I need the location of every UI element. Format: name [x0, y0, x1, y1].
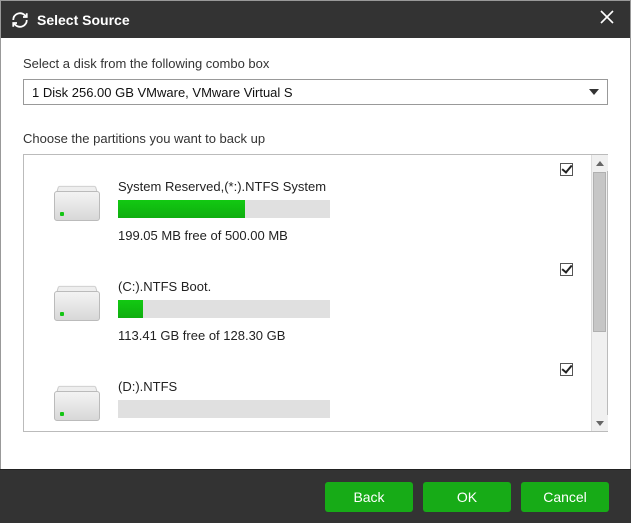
cancel-button[interactable]: Cancel: [521, 482, 609, 512]
partition-name: (D:).NTFS: [118, 379, 581, 394]
scroll-up-button[interactable]: [592, 155, 608, 171]
disk-icon: [54, 285, 100, 321]
disk-icon: [54, 385, 100, 421]
chevron-up-icon: [596, 161, 604, 166]
window-title: Select Source: [37, 12, 130, 28]
partition-free-text: 113.41 GB free of 128.30 GB: [118, 328, 581, 343]
partition-checkbox[interactable]: [560, 363, 573, 376]
partition-usage-bar: [118, 400, 330, 418]
close-button[interactable]: [594, 8, 620, 31]
partition-checkbox[interactable]: [560, 263, 573, 276]
ok-button[interactable]: OK: [423, 482, 511, 512]
content-area: Select a disk from the following combo b…: [1, 38, 630, 432]
chevron-down-icon: [596, 421, 604, 426]
partition-usage-bar: [118, 200, 330, 218]
scroll-thumb[interactable]: [593, 172, 606, 332]
scrollbar[interactable]: [591, 155, 607, 431]
partition-item: (D:).NTFS: [24, 361, 591, 431]
back-button[interactable]: Back: [325, 482, 413, 512]
footer: Back OK Cancel: [0, 469, 631, 523]
partition-item: (C:).NTFS Boot. 113.41 GB free of 128.30…: [24, 261, 591, 361]
partitions-list: System Reserved,(*:).NTFS System 199.05 …: [24, 155, 591, 431]
title-bar: Select Source: [1, 1, 630, 38]
partition-usage-bar: [118, 300, 330, 318]
disk-combo-text: 1 Disk 256.00 GB VMware, VMware Virtual …: [32, 85, 589, 100]
partitions-frame: System Reserved,(*:).NTFS System 199.05 …: [23, 154, 608, 432]
partition-checkbox[interactable]: [560, 163, 573, 176]
cycle-icon: [11, 11, 29, 29]
disk-combo[interactable]: 1 Disk 256.00 GB VMware, VMware Virtual …: [23, 79, 608, 105]
partition-usage-fill: [118, 300, 143, 318]
partition-name: System Reserved,(*:).NTFS System: [118, 179, 581, 194]
partitions-label: Choose the partitions you want to back u…: [23, 131, 608, 146]
dropdown-caret-icon: [589, 89, 599, 95]
partition-usage-fill: [118, 200, 245, 218]
partition-free-text: 199.05 MB free of 500.00 MB: [118, 228, 581, 243]
scroll-down-button[interactable]: [592, 415, 608, 431]
disk-icon: [54, 185, 100, 221]
partition-name: (C:).NTFS Boot.: [118, 279, 581, 294]
disk-select-label: Select a disk from the following combo b…: [23, 56, 608, 71]
partition-item: System Reserved,(*:).NTFS System 199.05 …: [24, 161, 591, 261]
